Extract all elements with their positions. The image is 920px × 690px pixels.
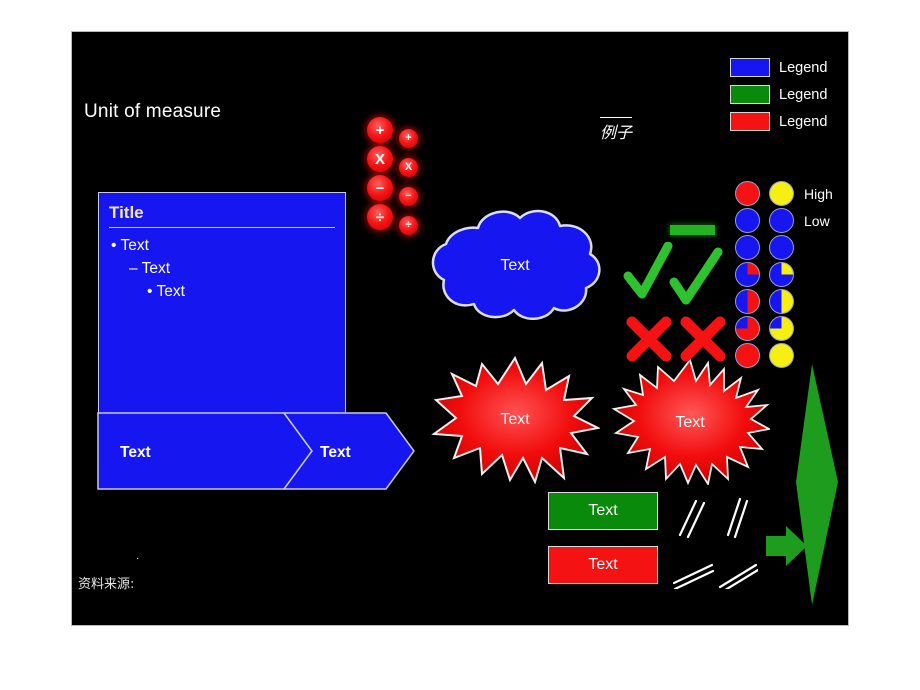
legend-label: Legend	[779, 59, 828, 76]
bullet-marker: •	[111, 237, 117, 254]
explosion-callout-1[interactable]: Text	[430, 354, 602, 489]
divide-operator-icon[interactable]: ÷	[399, 216, 418, 235]
harvey-ball-row	[730, 288, 833, 315]
bullet-level-2: – Text	[129, 260, 345, 278]
multiply-operator-icon[interactable]: X	[367, 146, 393, 172]
harvey-ball-right[interactable]	[764, 343, 798, 368]
title-box-divider	[109, 227, 335, 228]
legend-item[interactable]: Legend	[730, 108, 827, 135]
minus-operator-icon[interactable]: −	[399, 187, 418, 206]
legend-item[interactable]: Legend	[730, 81, 827, 108]
legend-label: Legend	[779, 86, 828, 103]
harvey-ball-right[interactable]	[764, 235, 798, 260]
explosion-label-1: Text	[500, 411, 530, 428]
harvey-ball-left[interactable]	[730, 316, 764, 341]
chevron-label-2: Text	[320, 444, 351, 461]
legend-item[interactable]: Legend	[730, 54, 827, 81]
chevron-label-1: Text	[120, 444, 151, 461]
example-annotation: 例子	[600, 117, 633, 143]
harvey-ball-right[interactable]	[764, 316, 798, 341]
title-content-box[interactable]: Title • Text – Text • Text	[98, 192, 346, 442]
explosion-label-2: Text	[675, 414, 705, 431]
harvey-ball-right[interactable]	[764, 181, 798, 206]
break-mark-icon	[720, 568, 760, 594]
plus-operator-icon[interactable]: +	[367, 117, 393, 143]
break-mark-icon	[718, 563, 758, 589]
harvey-ball-scale: High Low	[730, 180, 833, 369]
bullet-text: Text	[120, 237, 149, 254]
multiply-operator-icon[interactable]: X	[399, 158, 418, 177]
green-dash-marker	[670, 225, 715, 235]
harvey-ball-row: High	[730, 180, 833, 207]
bullet-marker: •	[147, 283, 153, 300]
harvey-ball-row	[730, 315, 833, 342]
harvey-ball-row	[730, 261, 833, 288]
divide-operator-icon[interactable]: ÷	[367, 204, 393, 230]
legend-label: Legend	[779, 113, 828, 130]
harvey-ball-right[interactable]	[764, 262, 798, 287]
source-label: 资料来源:	[78, 577, 135, 592]
status-box-green[interactable]: Text	[548, 492, 658, 530]
plus-operator-icon[interactable]: +	[399, 129, 418, 148]
harvey-ball-row	[730, 234, 833, 261]
status-box-label: Text	[588, 502, 618, 519]
bullet-marker: –	[129, 260, 138, 277]
checkmark-group	[622, 241, 732, 319]
check-icon	[623, 241, 673, 299]
legend-swatch-green	[730, 85, 770, 104]
legend-swatch-red	[730, 112, 770, 131]
bullet-text: Text	[141, 260, 171, 277]
cross-group	[624, 314, 732, 369]
explosion-callout-2[interactable]: Text	[610, 357, 772, 490]
harvey-ball-left[interactable]	[730, 181, 764, 206]
cloud-label: Text	[500, 257, 530, 274]
harvey-ball-row	[730, 342, 833, 369]
bullet-level-1: • Text	[111, 237, 345, 255]
harvey-ball-right[interactable]	[764, 208, 798, 233]
status-box-red[interactable]: Text	[548, 546, 658, 584]
bullet-text: Text	[156, 283, 185, 300]
legend: Legend Legend Legend	[730, 54, 827, 135]
status-box-label: Text	[588, 556, 618, 573]
leaf-shape-icon[interactable]	[796, 364, 838, 605]
harvey-ball-left[interactable]	[730, 262, 764, 287]
break-mark-group	[672, 497, 760, 594]
check-icon	[669, 247, 723, 305]
source-dot: ·	[136, 553, 140, 564]
legend-swatch-blue	[730, 58, 770, 77]
harvey-ball-left[interactable]	[730, 208, 764, 233]
harvey-ball-left[interactable]	[730, 343, 764, 368]
harvey-ball-left[interactable]	[730, 289, 764, 314]
harvey-label-high: High	[804, 185, 833, 202]
minus-operator-icon[interactable]: −	[367, 175, 393, 201]
slide-canvas: Unit of measure Legend Legend Legend 例子 …	[72, 32, 848, 625]
green-leaf-arrow[interactable]	[794, 362, 840, 612]
break-mark-icon	[686, 501, 706, 539]
cloud-callout[interactable]: Text	[420, 204, 610, 329]
bullet-level-3: • Text	[147, 283, 345, 301]
harvey-ball-right[interactable]	[764, 289, 798, 314]
unit-of-measure-label: Unit of measure	[84, 101, 222, 122]
title-box-heading: Title	[109, 203, 144, 222]
break-mark-icon	[678, 499, 698, 537]
harvey-label-low: Low	[804, 212, 830, 229]
harvey-ball-row: Low	[730, 207, 833, 234]
harvey-ball-left[interactable]	[730, 235, 764, 260]
